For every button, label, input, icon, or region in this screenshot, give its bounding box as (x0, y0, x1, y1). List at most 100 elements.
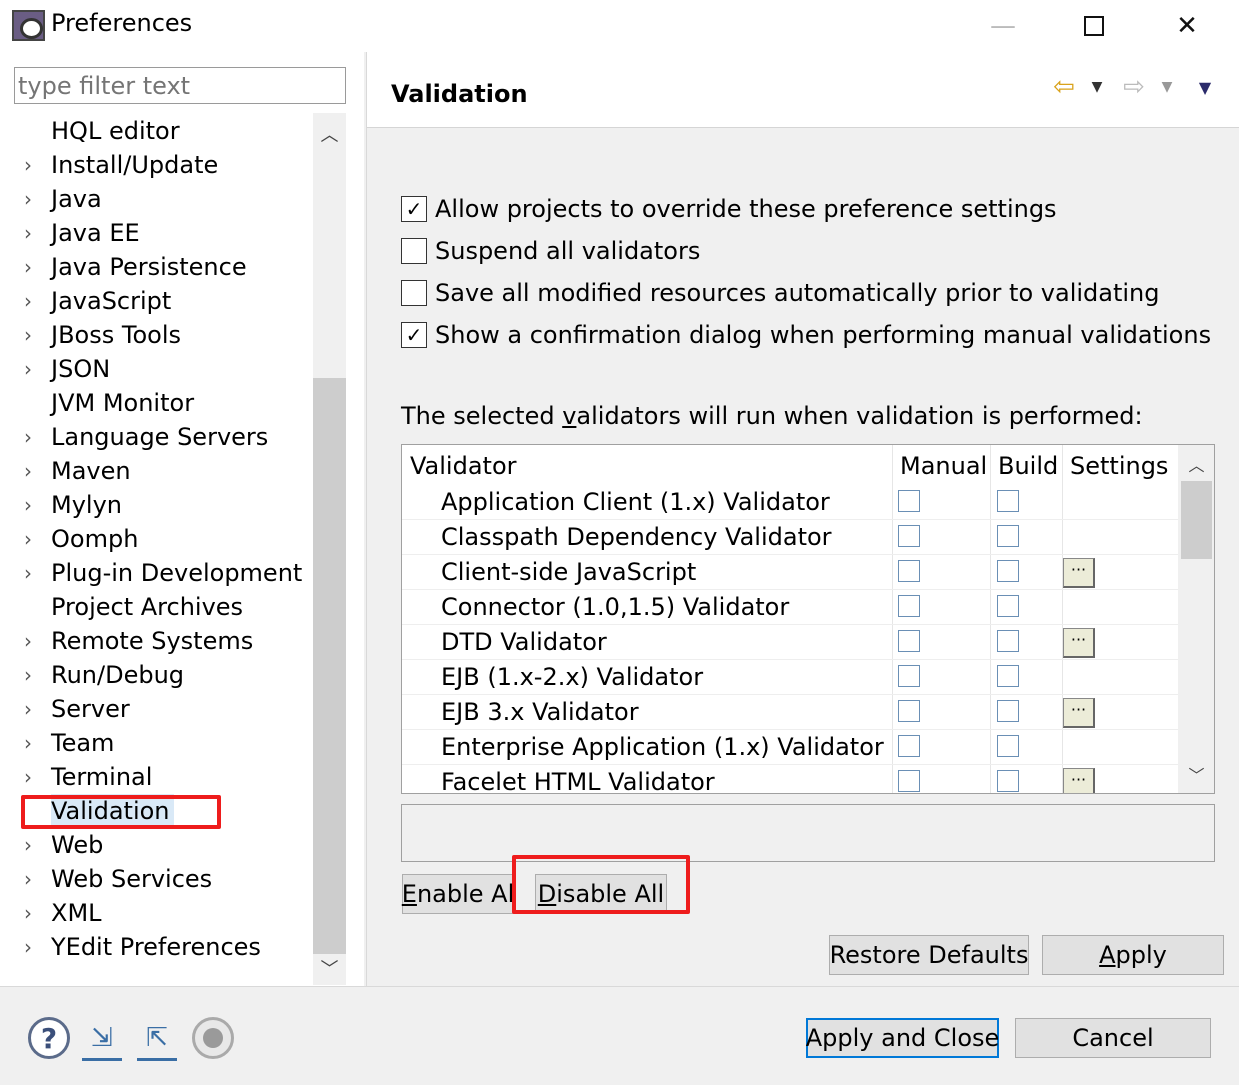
checkbox-unchecked[interactable] (401, 238, 427, 264)
column-header-manual[interactable]: Manual (892, 445, 990, 483)
forward-arrow-icon[interactable]: ⇨ (1117, 72, 1151, 102)
tree-item[interactable]: Project Archives (0, 590, 312, 624)
build-checkbox[interactable] (997, 525, 1019, 547)
validator-settings-button[interactable]: ··· (1063, 768, 1095, 793)
checkbox-unchecked[interactable] (401, 280, 427, 306)
tree-item[interactable]: › Install/Update (0, 148, 312, 182)
option-checkbox-row[interactable]: Save all modified resources automaticall… (401, 278, 1160, 308)
validator-row[interactable]: Facelet HTML Validator ··· (402, 765, 1178, 793)
close-window-button[interactable]: ✕ (1152, 0, 1222, 52)
tree-item[interactable]: JVM Monitor (0, 386, 312, 420)
chevron-right-icon[interactable]: › (24, 658, 40, 692)
minimize-button[interactable]: — (968, 0, 1038, 52)
tree-item[interactable]: › Web Services (0, 862, 312, 896)
tree-item[interactable]: › Server (0, 692, 312, 726)
chevron-right-icon[interactable]: › (24, 250, 40, 284)
option-checkbox-row[interactable]: ✓ Allow projects to override these prefer… (401, 194, 1057, 224)
tree-item[interactable]: › Oomph (0, 522, 312, 556)
chevron-right-icon[interactable]: › (24, 318, 40, 352)
tree-item[interactable]: › Language Servers (0, 420, 312, 454)
option-checkbox-row[interactable]: ✓ Show a confirmation dialog when perform… (401, 320, 1211, 350)
tree-item[interactable]: › Terminal (0, 760, 312, 794)
chevron-right-icon[interactable]: › (24, 522, 40, 556)
chevron-right-icon[interactable]: › (24, 896, 40, 930)
chevron-right-icon[interactable]: › (24, 182, 40, 216)
chevron-right-icon[interactable]: › (24, 556, 40, 590)
tree-item[interactable]: › JavaScript (0, 284, 312, 318)
validator-settings-button[interactable]: ··· (1063, 698, 1095, 728)
chevron-right-icon[interactable]: › (24, 624, 40, 658)
build-checkbox[interactable] (997, 630, 1019, 652)
import-icon[interactable]: ⇲ (82, 1017, 122, 1061)
chevron-right-icon[interactable]: › (24, 454, 40, 488)
filter-input[interactable] (14, 67, 346, 104)
chevron-right-icon[interactable]: › (24, 148, 40, 182)
forward-dropdown-icon[interactable]: ▼ (1157, 72, 1177, 102)
chevron-right-icon[interactable]: › (24, 284, 40, 318)
manual-checkbox[interactable] (898, 490, 920, 512)
validator-settings-button[interactable]: ··· (1063, 558, 1095, 588)
scroll-up-icon[interactable]: ︿ (313, 119, 346, 149)
tree-item[interactable]: › Remote Systems (0, 624, 312, 658)
tree-item[interactable]: › Maven (0, 454, 312, 488)
build-checkbox[interactable] (997, 595, 1019, 617)
manual-checkbox[interactable] (898, 595, 920, 617)
chevron-right-icon[interactable]: › (24, 488, 40, 522)
maximize-button[interactable] (1059, 0, 1129, 52)
manual-checkbox[interactable] (898, 700, 920, 722)
apply-and-close-button[interactable]: Apply and Close (806, 1018, 999, 1058)
validator-settings-button[interactable]: ··· (1063, 628, 1095, 658)
validator-row[interactable]: DTD Validator ··· (402, 625, 1178, 660)
scroll-down-icon[interactable]: ﹀ (313, 953, 346, 983)
manual-checkbox[interactable] (898, 735, 920, 757)
enable-all-button[interactable]: Enable Al (402, 874, 514, 914)
build-checkbox[interactable] (997, 735, 1019, 757)
tree-item[interactable]: › Plug-in Development (0, 556, 312, 590)
build-checkbox[interactable] (997, 665, 1019, 687)
chevron-right-icon[interactable]: › (24, 862, 40, 896)
build-checkbox[interactable] (997, 490, 1019, 512)
scrollbar-thumb[interactable] (1181, 481, 1212, 559)
validator-row[interactable]: Classpath Dependency Validator (402, 520, 1178, 555)
back-arrow-icon[interactable]: ⇦ (1047, 72, 1081, 102)
help-icon[interactable]: ? (28, 1017, 70, 1059)
chevron-right-icon[interactable]: › (24, 352, 40, 386)
chevron-right-icon[interactable]: › (24, 726, 40, 760)
chevron-right-icon[interactable]: › (24, 692, 40, 726)
checkbox-checked[interactable]: ✓ (401, 322, 427, 348)
manual-checkbox[interactable] (898, 560, 920, 582)
chevron-right-icon[interactable]: › (24, 420, 40, 454)
tree-item[interactable]: › Java Persistence (0, 250, 312, 284)
scroll-up-icon[interactable]: ︿ (1178, 449, 1214, 479)
record-preferences-icon[interactable] (192, 1017, 234, 1059)
tree-item[interactable]: › YEdit Preferences (0, 930, 312, 964)
manual-checkbox[interactable] (898, 630, 920, 652)
column-header-build[interactable]: Build (990, 445, 1062, 483)
tree-item[interactable]: › Mylyn (0, 488, 312, 522)
checkbox-checked[interactable]: ✓ (401, 196, 427, 222)
scrollbar-thumb[interactable] (313, 378, 346, 954)
manual-checkbox[interactable] (898, 770, 920, 792)
option-checkbox-row[interactable]: Suspend all validators (401, 236, 700, 266)
table-scrollbar[interactable]: ︿ ﹀ (1178, 445, 1214, 793)
cancel-button[interactable]: Cancel (1015, 1018, 1211, 1058)
manual-checkbox[interactable] (898, 525, 920, 547)
apply-button[interactable]: Apply (1042, 935, 1224, 975)
export-icon[interactable]: ⇱ (137, 1017, 177, 1061)
restore-defaults-button[interactable]: Restore Defaults (829, 935, 1029, 975)
validator-row[interactable]: Connector (1.0,1.5) Validator (402, 590, 1178, 625)
chevron-right-icon[interactable]: › (24, 930, 40, 964)
build-checkbox[interactable] (997, 770, 1019, 792)
tree-scrollbar[interactable]: ︿ ﹀ (313, 113, 346, 985)
tree-item[interactable]: › JSON (0, 352, 312, 386)
chevron-right-icon[interactable]: › (24, 216, 40, 250)
validator-row[interactable]: EJB (1.x-2.x) Validator (402, 660, 1178, 695)
tree-item[interactable]: › XML (0, 896, 312, 930)
scroll-down-icon[interactable]: ﹀ (1178, 759, 1214, 789)
tree-item[interactable]: › Java EE (0, 216, 312, 250)
tree-item[interactable]: › Java (0, 182, 312, 216)
validator-row[interactable]: EJB 3.x Validator ··· (402, 695, 1178, 730)
build-checkbox[interactable] (997, 700, 1019, 722)
tree-item[interactable]: HQL editor (0, 114, 312, 148)
view-menu-icon[interactable]: ▼ (1193, 72, 1217, 102)
